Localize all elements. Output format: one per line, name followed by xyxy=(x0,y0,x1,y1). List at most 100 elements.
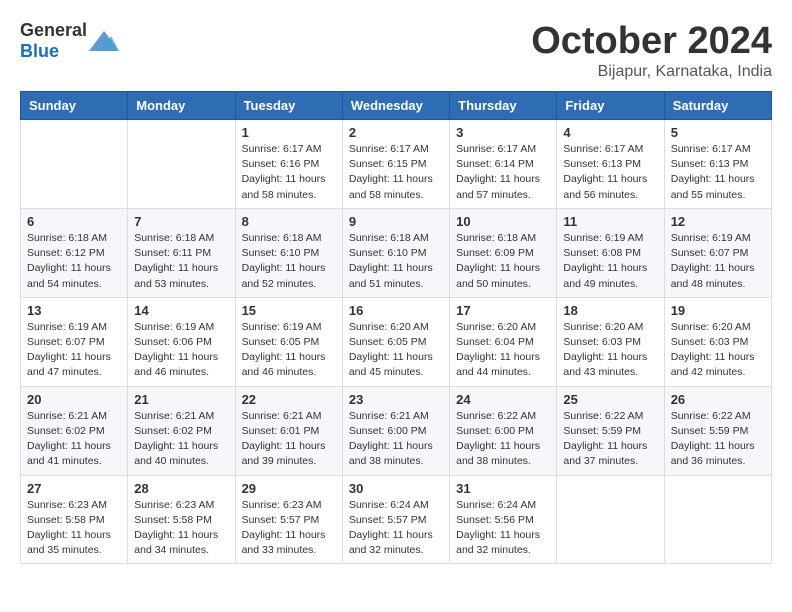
day-number: 12 xyxy=(671,214,765,229)
day-info: Sunrise: 6:18 AM Sunset: 6:11 PM Dayligh… xyxy=(134,231,228,292)
calendar-cell: 19 Sunrise: 6:20 AM Sunset: 6:03 PM Dayli… xyxy=(664,297,771,386)
calendar-cell: 26 Sunrise: 6:22 AM Sunset: 5:59 PM Dayli… xyxy=(664,386,771,475)
day-number: 9 xyxy=(349,214,443,229)
day-number: 15 xyxy=(242,303,336,318)
calendar-cell: 23 Sunrise: 6:21 AM Sunset: 6:00 PM Dayli… xyxy=(342,386,449,475)
day-info: Sunrise: 6:17 AM Sunset: 6:13 PM Dayligh… xyxy=(563,142,657,203)
day-number: 16 xyxy=(349,303,443,318)
day-number: 31 xyxy=(456,481,550,496)
calendar-cell: 11Sunrise: 6:19 AM Sunset: 6:08 PM Dayli… xyxy=(557,208,664,297)
calendar-cell: 2 Sunrise: 6:17 AM Sunset: 6:15 PM Daylig… xyxy=(342,120,449,209)
calendar-cell: 17 Sunrise: 6:20 AM Sunset: 6:04 PM Dayli… xyxy=(450,297,557,386)
day-info: Sunrise: 6:21 AM Sunset: 6:02 PM Dayligh… xyxy=(27,409,121,470)
logo: General Blue xyxy=(20,20,119,62)
day-info: Sunrise: 6:19 AM Sunset: 6:07 PM Dayligh… xyxy=(671,231,765,292)
logo-general: General xyxy=(20,20,87,40)
calendar-cell xyxy=(128,120,235,209)
location-title: Bijapur, Karnataka, India xyxy=(531,63,772,81)
weekday-header-sunday: Sunday xyxy=(21,92,128,120)
day-info: Sunrise: 6:23 AM Sunset: 5:58 PM Dayligh… xyxy=(134,498,228,559)
day-number: 17 xyxy=(456,303,550,318)
calendar-cell: 30 Sunrise: 6:24 AM Sunset: 5:57 PM Dayli… xyxy=(342,475,449,564)
weekday-header-tuesday: Tuesday xyxy=(235,92,342,120)
day-info: Sunrise: 6:23 AM Sunset: 5:57 PM Dayligh… xyxy=(242,498,336,559)
calendar-cell: 12 Sunrise: 6:19 AM Sunset: 6:07 PM Dayli… xyxy=(664,208,771,297)
calendar-cell: 13 Sunrise: 6:19 AM Sunset: 6:07 PM Dayli… xyxy=(21,297,128,386)
day-info: Sunrise: 6:19 AM Sunset: 6:06 PM Dayligh… xyxy=(134,320,228,381)
day-info: Sunrise: 6:17 AM Sunset: 6:16 PM Dayligh… xyxy=(242,142,336,203)
day-number: 3 xyxy=(456,125,550,140)
day-number: 27 xyxy=(27,481,121,496)
day-number: 13 xyxy=(27,303,121,318)
calendar-cell: 3 Sunrise: 6:17 AM Sunset: 6:14 PM Daylig… xyxy=(450,120,557,209)
day-info: Sunrise: 6:21 AM Sunset: 6:00 PM Dayligh… xyxy=(349,409,443,470)
logo-blue: Blue xyxy=(20,41,59,61)
day-info: Sunrise: 6:18 AM Sunset: 6:12 PM Dayligh… xyxy=(27,231,121,292)
calendar-cell: 4 Sunrise: 6:17 AM Sunset: 6:13 PM Daylig… xyxy=(557,120,664,209)
calendar-cell: 8 Sunrise: 6:18 AM Sunset: 6:10 PM Daylig… xyxy=(235,208,342,297)
day-number: 14 xyxy=(134,303,228,318)
day-info: Sunrise: 6:20 AM Sunset: 6:03 PM Dayligh… xyxy=(671,320,765,381)
calendar-cell: 29 Sunrise: 6:23 AM Sunset: 5:57 PM Dayli… xyxy=(235,475,342,564)
day-info: Sunrise: 6:17 AM Sunset: 6:15 PM Dayligh… xyxy=(349,142,443,203)
calendar-cell: 5Sunrise: 6:17 AM Sunset: 6:13 PM Daylig… xyxy=(664,120,771,209)
calendar-cell: 14 Sunrise: 6:19 AM Sunset: 6:06 PM Dayli… xyxy=(128,297,235,386)
weekday-header-thursday: Thursday xyxy=(450,92,557,120)
calendar-cell: 1 Sunrise: 6:17 AM Sunset: 6:16 PM Daylig… xyxy=(235,120,342,209)
day-info: Sunrise: 6:22 AM Sunset: 5:59 PM Dayligh… xyxy=(563,409,657,470)
day-info: Sunrise: 6:20 AM Sunset: 6:03 PM Dayligh… xyxy=(563,320,657,381)
day-info: Sunrise: 6:19 AM Sunset: 6:05 PM Dayligh… xyxy=(242,320,336,381)
calendar-table: SundayMondayTuesdayWednesdayThursdayFrid… xyxy=(20,91,772,564)
day-info: Sunrise: 6:18 AM Sunset: 6:10 PM Dayligh… xyxy=(242,231,336,292)
day-number: 8 xyxy=(242,214,336,229)
day-number: 18 xyxy=(563,303,657,318)
calendar-cell: 21 Sunrise: 6:21 AM Sunset: 6:02 PM Dayli… xyxy=(128,386,235,475)
calendar-cell: 16 Sunrise: 6:20 AM Sunset: 6:05 PM Dayli… xyxy=(342,297,449,386)
day-number: 24 xyxy=(456,392,550,407)
calendar-cell: 10Sunrise: 6:18 AM Sunset: 6:09 PM Dayli… xyxy=(450,208,557,297)
calendar-cell: 18 Sunrise: 6:20 AM Sunset: 6:03 PM Dayli… xyxy=(557,297,664,386)
logo-text: General Blue xyxy=(20,20,87,62)
day-number: 4 xyxy=(563,125,657,140)
day-number: 19 xyxy=(671,303,765,318)
day-info: Sunrise: 6:20 AM Sunset: 6:05 PM Dayligh… xyxy=(349,320,443,381)
calendar-cell: 6 Sunrise: 6:18 AM Sunset: 6:12 PM Daylig… xyxy=(21,208,128,297)
day-number: 22 xyxy=(242,392,336,407)
calendar-week-row: 13 Sunrise: 6:19 AM Sunset: 6:07 PM Dayli… xyxy=(21,297,772,386)
day-info: Sunrise: 6:17 AM Sunset: 6:14 PM Dayligh… xyxy=(456,142,550,203)
day-number: 28 xyxy=(134,481,228,496)
day-number: 23 xyxy=(349,392,443,407)
day-number: 26 xyxy=(671,392,765,407)
day-info: Sunrise: 6:21 AM Sunset: 6:01 PM Dayligh… xyxy=(242,409,336,470)
day-info: Sunrise: 6:18 AM Sunset: 6:09 PM Dayligh… xyxy=(456,231,550,292)
calendar-week-row: 27 Sunrise: 6:23 AM Sunset: 5:58 PM Dayli… xyxy=(21,475,772,564)
weekday-header-monday: Monday xyxy=(128,92,235,120)
day-number: 6 xyxy=(27,214,121,229)
calendar-cell: 15 Sunrise: 6:19 AM Sunset: 6:05 PM Dayli… xyxy=(235,297,342,386)
weekday-header-saturday: Saturday xyxy=(664,92,771,120)
day-number: 1 xyxy=(242,125,336,140)
day-number: 21 xyxy=(134,392,228,407)
day-info: Sunrise: 6:23 AM Sunset: 5:58 PM Dayligh… xyxy=(27,498,121,559)
day-number: 7 xyxy=(134,214,228,229)
day-info: Sunrise: 6:17 AM Sunset: 6:13 PM Dayligh… xyxy=(671,142,765,203)
day-info: Sunrise: 6:19 AM Sunset: 6:07 PM Dayligh… xyxy=(27,320,121,381)
day-info: Sunrise: 6:18 AM Sunset: 6:10 PM Dayligh… xyxy=(349,231,443,292)
day-number: 29 xyxy=(242,481,336,496)
page-header: General Blue October 2024 Bijapur, Karna… xyxy=(20,20,772,81)
day-info: Sunrise: 6:24 AM Sunset: 5:56 PM Dayligh… xyxy=(456,498,550,559)
day-info: Sunrise: 6:21 AM Sunset: 6:02 PM Dayligh… xyxy=(134,409,228,470)
day-number: 2 xyxy=(349,125,443,140)
day-info: Sunrise: 6:24 AM Sunset: 5:57 PM Dayligh… xyxy=(349,498,443,559)
calendar-cell xyxy=(21,120,128,209)
calendar-cell: 24Sunrise: 6:22 AM Sunset: 6:00 PM Dayli… xyxy=(450,386,557,475)
day-number: 30 xyxy=(349,481,443,496)
calendar-cell: 28 Sunrise: 6:23 AM Sunset: 5:58 PM Dayli… xyxy=(128,475,235,564)
day-info: Sunrise: 6:22 AM Sunset: 5:59 PM Dayligh… xyxy=(671,409,765,470)
day-info: Sunrise: 6:20 AM Sunset: 6:04 PM Dayligh… xyxy=(456,320,550,381)
calendar-cell: 9 Sunrise: 6:18 AM Sunset: 6:10 PM Daylig… xyxy=(342,208,449,297)
month-title: October 2024 xyxy=(531,20,772,63)
day-number: 25 xyxy=(563,392,657,407)
calendar-cell xyxy=(557,475,664,564)
day-number: 11 xyxy=(563,214,657,229)
